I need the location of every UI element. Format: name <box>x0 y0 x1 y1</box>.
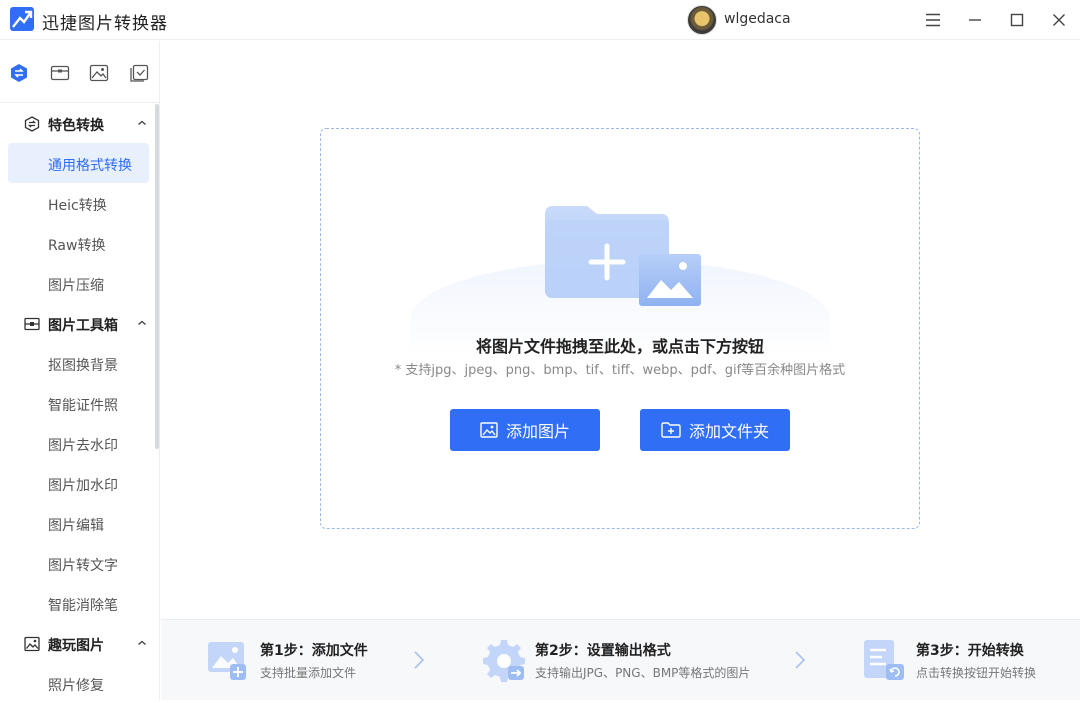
image-icon <box>89 64 109 82</box>
sidebar-item-label: 智能证件照 <box>48 398 118 414</box>
section-label: 图片工具箱 <box>48 318 118 334</box>
add-folder-button[interactable]: 添加文件夹 <box>640 409 790 451</box>
image-icon <box>24 636 40 652</box>
tab-toolbox[interactable] <box>50 63 70 83</box>
minimize-button[interactable] <box>963 8 987 32</box>
add-file-step-icon <box>208 642 246 680</box>
menu-icon <box>926 13 940 27</box>
tab-tasks[interactable] <box>129 63 149 83</box>
step-3-desc: 点击转换按钮开始转换 <box>916 666 1037 680</box>
app-title: 迅捷图片转换器 <box>42 14 168 34</box>
sidebar-item-label: 抠图换背景 <box>48 358 118 374</box>
section-feature-convert[interactable]: 特色转换 <box>0 106 155 142</box>
close-icon <box>1053 14 1065 26</box>
avatar[interactable] <box>687 5 717 35</box>
sidebar-item-cutout[interactable]: 抠图换背景 <box>8 343 149 383</box>
sidebar-item-add-watermark[interactable]: 图片加水印 <box>8 463 149 503</box>
sidebar-item-compress[interactable]: 图片压缩 <box>8 263 149 303</box>
sidebar-item-heic[interactable]: Heic转换 <box>8 183 149 223</box>
step-2-title: 第2步：设置输出格式 <box>535 643 671 659</box>
chevron-up-icon <box>138 320 146 326</box>
sidebar-item-remove-watermark[interactable]: 图片去水印 <box>8 423 149 463</box>
toolbox-icon <box>50 65 70 81</box>
sidebar-tabs <box>0 41 159 103</box>
add-image-icon <box>480 422 498 438</box>
chevron-right-icon <box>414 651 425 669</box>
sidebar-item-eraser[interactable]: 智能消除笔 <box>8 583 149 623</box>
sidebar-item-id-photo[interactable]: 智能证件照 <box>8 383 149 423</box>
close-button[interactable] <box>1047 8 1071 32</box>
toolbox-icon <box>24 317 40 331</box>
convert-icon <box>11 64 27 82</box>
section-fun-images[interactable]: 趣玩图片 <box>0 626 155 662</box>
convert-icon <box>24 116 40 132</box>
add-image-button[interactable]: 添加图片 <box>450 409 600 451</box>
sidebar-item-label: Heic转换 <box>48 198 107 214</box>
step-3-title: 第3步：开始转换 <box>916 643 1024 659</box>
step-2-desc: 支持输出JPG、PNG、BMP等格式的图片 <box>535 666 751 680</box>
sidebar-item-label: 图片编辑 <box>48 518 104 534</box>
add-folder-label: 添加文件夹 <box>688 422 769 441</box>
add-folder-icon <box>661 422 681 438</box>
chevron-right-icon <box>795 651 806 669</box>
sidebar-item-label: 照片修复 <box>48 678 104 694</box>
sidebar-item-label: 图片去水印 <box>48 438 118 454</box>
check-copy-icon <box>130 64 149 82</box>
start-convert-step-icon <box>864 640 904 680</box>
section-toolbox[interactable]: 图片工具箱 <box>0 306 155 342</box>
section-label: 趣玩图片 <box>48 638 104 654</box>
sidebar-item-label: 通用格式转换 <box>48 158 132 174</box>
title-bar: 迅捷图片转换器 wlgedaca <box>0 0 1080 40</box>
sidebar-item-photo-repair[interactable]: 照片修复 <box>8 663 149 703</box>
minimize-icon <box>969 19 981 21</box>
drop-zone-title: 将图片文件拖拽至此处，或点击下方按钮 <box>475 337 764 356</box>
chevron-up-icon <box>138 640 146 646</box>
tab-convert[interactable] <box>9 63 29 83</box>
sidebar-item-raw[interactable]: Raw转换 <box>8 223 149 263</box>
step-1-desc: 支持批量添加文件 <box>260 666 357 680</box>
sidebar-item-ocr[interactable]: 图片转文字 <box>8 543 149 583</box>
sidebar-item-edit[interactable]: 图片编辑 <box>8 503 149 543</box>
settings-step-icon <box>483 640 525 682</box>
section-label: 特色转换 <box>48 118 104 134</box>
add-folder-illustration-icon <box>545 206 701 306</box>
sidebar-scrollbar[interactable] <box>155 104 159 449</box>
username[interactable]: wlgedaca <box>724 11 791 27</box>
tab-image[interactable] <box>89 63 109 83</box>
sidebar-item-label: 智能消除笔 <box>48 598 118 614</box>
maximize-button[interactable] <box>1005 8 1029 32</box>
sidebar-item-general-convert[interactable]: 通用格式转换 <box>8 143 149 183</box>
app-logo-icon <box>10 7 34 31</box>
sidebar: 特色转换 通用格式转换 Heic转换 Raw转换 图片压缩 图片工具箱 抠图换背… <box>0 41 160 700</box>
step-1-title: 第1步：添加文件 <box>260 643 368 659</box>
chevron-up-icon <box>138 120 146 126</box>
sidebar-item-label: 图片转文字 <box>48 558 118 574</box>
sidebar-item-label: 图片加水印 <box>48 478 118 494</box>
supported-formats-text: * 支持jpg、jpeg、png、bmp、tif、tiff、webp、pdf、g… <box>394 363 846 378</box>
sidebar-item-label: 图片压缩 <box>48 278 104 294</box>
menu-button[interactable] <box>921 8 945 32</box>
maximize-icon <box>1010 13 1024 27</box>
add-image-label: 添加图片 <box>505 422 570 441</box>
sidebar-item-label: Raw转换 <box>48 238 106 254</box>
